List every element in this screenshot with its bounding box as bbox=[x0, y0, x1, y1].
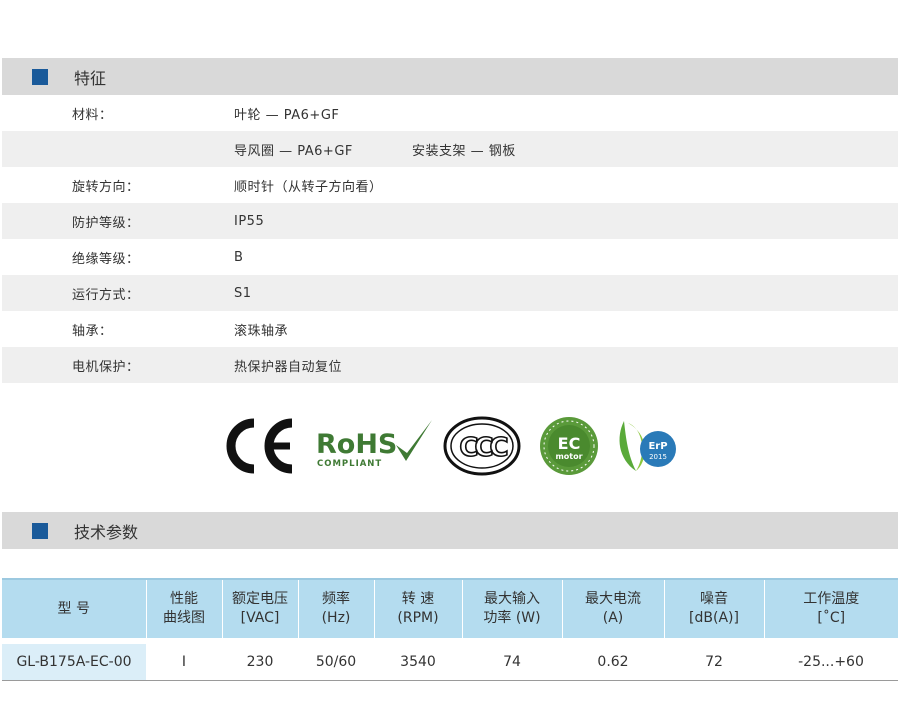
header-speed: 转 速 (RPM) bbox=[374, 578, 463, 641]
feature-label: 轴承： bbox=[72, 323, 113, 339]
feature-label: 运行方式： bbox=[72, 287, 140, 303]
features-section-header: 特征 bbox=[2, 58, 898, 95]
header-voltage: 额定电压 [VAC] bbox=[222, 578, 299, 641]
header-current: 最大电流 (A) bbox=[562, 578, 665, 641]
spec-table-header-row: 型 号 性能 曲线图 额定电压 [VAC] 频率 (Hz) 转 速 (RPM) 最大输入… bbox=[2, 578, 898, 641]
rohs-sub-text: COMPLIANT bbox=[317, 459, 382, 469]
feature-row-rotation: 旋转方向： 顺时针（从转子方向看） bbox=[2, 167, 898, 203]
erp-sub-text: 2015 bbox=[649, 453, 667, 461]
rohs-compliant-icon: RoHS COMPLIANT bbox=[316, 420, 432, 469]
feature-row-insulation: 绝缘等级： B bbox=[2, 239, 898, 275]
ce-mark-icon bbox=[226, 418, 293, 474]
feature-value-secondary: 安装支架 — 钢板 bbox=[412, 143, 516, 159]
cell-current: 0.62 bbox=[562, 638, 664, 681]
cell-speed: 3540 bbox=[374, 638, 462, 681]
rohs-logo-text: RoHS bbox=[316, 429, 397, 460]
features-list: 材料： 叶轮 — PA6+GF 导风圈 — PA6+GF 安装支架 — 钢板 旋… bbox=[2, 95, 898, 383]
feature-label: 防护等级： bbox=[72, 215, 140, 231]
section-square-icon bbox=[32, 68, 48, 85]
feature-value: 导风圈 — PA6+GF bbox=[234, 143, 353, 159]
header-curve: 性能 曲线图 bbox=[146, 578, 223, 641]
cell-voltage: 230 bbox=[222, 638, 298, 681]
header-noise: 噪音 [dB(A)] bbox=[664, 578, 765, 641]
tech-section-title: 技术参数 bbox=[74, 522, 139, 542]
feature-value: IP55 bbox=[234, 213, 265, 229]
feature-value: B bbox=[234, 249, 244, 265]
cell-model: GL-B175A-EC-00 bbox=[2, 638, 146, 681]
erp-logo-text: ErP bbox=[648, 441, 667, 452]
header-model: 型 号 bbox=[2, 578, 147, 641]
ccc-mark-icon: CCC bbox=[443, 416, 521, 476]
erp-2015-icon: ErP 2015 bbox=[619, 421, 676, 471]
feature-row-motor-protection: 电机保护： 热保护器自动复位 bbox=[2, 347, 898, 383]
feature-value: 热保护器自动复位 bbox=[234, 359, 343, 375]
spec-table: 型 号 性能 曲线图 额定电压 [VAC] 频率 (Hz) 转 速 (RPM) 最大输入… bbox=[2, 578, 898, 681]
feature-row-operation: 运行方式： S1 bbox=[2, 275, 898, 311]
header-power: 最大输入 功率 (W) bbox=[462, 578, 563, 641]
header-frequency: 频率 (Hz) bbox=[298, 578, 375, 641]
cell-noise: 72 bbox=[664, 638, 764, 681]
ec-logo-text: EC bbox=[558, 434, 581, 453]
feature-value: S1 bbox=[234, 285, 252, 301]
feature-value: 滚珠轴承 bbox=[234, 323, 289, 339]
feature-label: 电机保护： bbox=[72, 359, 140, 375]
cell-temperature: -25...+60 bbox=[764, 638, 898, 681]
cell-curve[interactable]: I bbox=[146, 638, 222, 681]
features-section-title: 特征 bbox=[74, 68, 107, 88]
feature-label: 绝缘等级： bbox=[72, 251, 140, 267]
feature-label: 材料： bbox=[72, 107, 113, 123]
ec-sub-text: motor bbox=[555, 452, 582, 461]
ccc-logo-text: CCC bbox=[459, 433, 507, 463]
feature-label: 旋转方向： bbox=[72, 179, 140, 195]
feature-row-material-2: 导风圈 — PA6+GF 安装支架 — 钢板 bbox=[2, 131, 898, 167]
feature-value: 顺时针（从转子方向看） bbox=[234, 179, 383, 195]
feature-value: 叶轮 — PA6+GF bbox=[234, 107, 340, 123]
header-temperature: 工作温度 [˚C] bbox=[764, 578, 898, 641]
section-square-icon bbox=[32, 522, 48, 539]
feature-row-bearing: 轴承： 滚珠轴承 bbox=[2, 311, 898, 347]
table-row: GL-B175A-EC-00 I 230 50/60 3540 74 0.62 … bbox=[2, 638, 898, 681]
ec-motor-icon: EC motor bbox=[540, 417, 598, 475]
cell-power: 74 bbox=[462, 638, 562, 681]
cell-frequency: 50/60 bbox=[298, 638, 374, 681]
feature-row-material: 材料： 叶轮 — PA6+GF bbox=[2, 95, 898, 131]
tech-section-header: 技术参数 bbox=[2, 512, 898, 549]
feature-row-protection: 防护等级： IP55 bbox=[2, 203, 898, 239]
certification-logos: RoHS COMPLIANT CCC EC motor ErP 2015 bbox=[0, 415, 900, 480]
